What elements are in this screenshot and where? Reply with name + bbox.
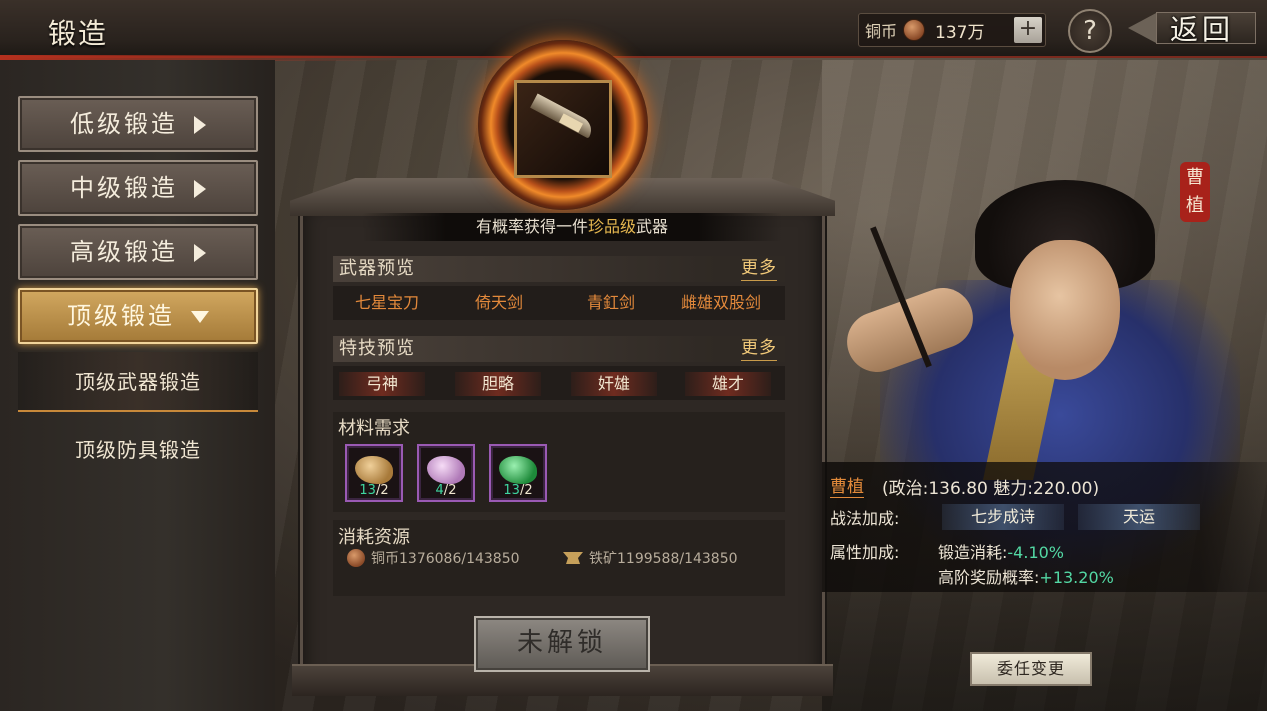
page-title: 锻造 [48,17,109,50]
weapons-preview-header: 武器预览 更多 [333,256,785,282]
material-slot[interactable]: 4/2 [417,444,475,502]
crystal-ore-icon [427,456,465,484]
skill-item[interactable]: 奸雄 [571,372,657,396]
material-count: 4/2 [435,483,457,498]
weapon-item[interactable]: 青釭剑 [587,286,635,320]
prob-suffix: 武器 [636,217,669,236]
prob-prefix: 有概率获得一件 [475,217,588,236]
back-arrow-icon [1128,12,1158,44]
cost-iron: 铁矿1199588/143850 [563,548,738,568]
triangle-right-icon [194,244,206,262]
tactic-label: 战法加成: [830,509,900,528]
material-slot[interactable]: 13/2 [345,444,403,502]
gold-ore-icon [355,456,393,484]
tactic-item[interactable]: 七步成诗 [942,504,1064,530]
add-coin-button[interactable]: + [1014,17,1042,43]
weapons-preview-title: 武器预览 [339,258,415,279]
copper-coin-icon [903,19,926,41]
sub-top-armor-forge[interactable]: 顶级防具锻造 [18,420,258,480]
skills-preview-title: 特技预览 [339,338,415,359]
copper-coin-icon [347,549,365,567]
unlock-button[interactable]: 未解锁 [474,616,650,672]
attr-high-reward: 高阶奖励概率:+13.20% [938,568,1114,587]
triangle-right-icon [194,180,206,198]
skill-item[interactable]: 弓神 [339,372,425,396]
triangle-down-icon [191,311,209,323]
weapon-item[interactable]: 七星宝刀 [355,286,419,320]
probability-banner: 有概率获得一件珍品级武器 [362,213,782,241]
cost-title: 消耗资源 [338,527,410,548]
coin-display: 铜币 137万 + [858,13,1046,47]
skills-preview-header: 特技预览 更多 [333,336,785,362]
character-name-seal: 曹 植 [1180,162,1210,222]
nav-label: 中级锻造 [70,174,178,202]
nav-label: 顶级锻造 [67,302,175,330]
cost-coin: 铜币1376086/143850 [347,548,520,568]
tactic-item[interactable]: 天运 [1078,504,1200,530]
triangle-right-icon [194,116,206,134]
material-count: 13/2 [359,483,389,498]
attr-forge-cost: 锻造消耗:-4.10% [938,543,1065,562]
anvil-icon [563,552,583,564]
seal-char-1: 曹 [1186,167,1204,188]
attr-label: 属性加成: [830,543,900,562]
weapons-more-link[interactable]: 更多 [741,256,777,281]
seal-char-2: 植 [1186,195,1204,216]
jade-ore-icon [499,456,537,484]
appoint-change-button[interactable]: 委任变更 [970,652,1092,686]
prob-highlight: 珍品级 [587,217,636,236]
skill-item[interactable]: 胆略 [455,372,541,396]
weapon-item[interactable]: 雌雄双股剑 [681,286,761,320]
nav-top-forge[interactable]: 顶级锻造 [18,288,258,344]
character-stats: (政治:136.80 魅力:220.00) [882,479,1100,499]
back-button[interactable]: 返回 [1128,8,1260,48]
character-name[interactable]: 曹植 [830,472,864,498]
coin-value: 137万 [935,22,985,43]
material-slot[interactable]: 13/2 [489,444,547,502]
nav-label: 低级锻造 [70,110,178,138]
materials-title: 材料需求 [338,418,410,439]
nav-label: 高级锻造 [70,238,178,266]
sub-top-weapon-forge[interactable]: 顶级武器锻造 [18,352,258,412]
material-count: 13/2 [503,483,533,498]
nav-low-forge[interactable]: 低级锻造 [18,96,258,152]
skills-row: 弓神 胆略 奸雄 雄才 [333,366,785,400]
back-label: 返回 [1170,13,1235,46]
weapons-row: 七星宝刀 倚天剑 青釭剑 雌雄双股剑 [333,286,785,320]
weapon-preview-frame[interactable] [514,80,612,178]
help-button[interactable]: ? [1068,9,1112,53]
weapon-item[interactable]: 倚天剑 [475,286,523,320]
character-face [1010,240,1120,380]
coin-label: 铜币 [865,22,898,41]
skills-more-link[interactable]: 更多 [741,336,777,361]
nav-mid-forge[interactable]: 中级锻造 [18,160,258,216]
skill-item[interactable]: 雄才 [685,372,771,396]
nav-high-forge[interactable]: 高级锻造 [18,224,258,280]
